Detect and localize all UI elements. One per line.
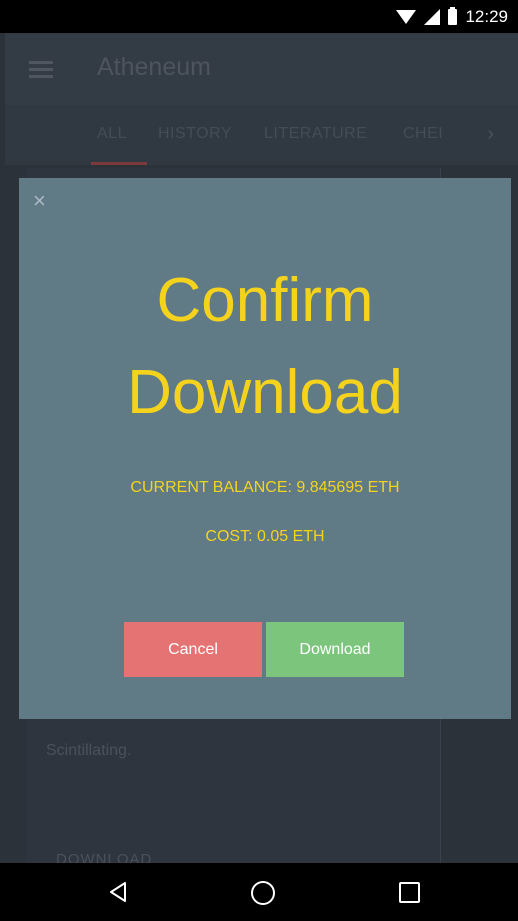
cancel-button[interactable]: Cancel (124, 622, 262, 677)
confirm-download-modal: × Confirm Download CURRENT BALANCE: 9.84… (19, 178, 511, 719)
status-time: 12:29 (465, 6, 508, 26)
modal-title-line-2: Download (127, 358, 403, 427)
tab-chemistry[interactable]: CHEI (403, 125, 443, 143)
tab-history[interactable]: HISTORY (158, 125, 232, 143)
battery-icon (448, 6, 458, 25)
close-icon[interactable]: × (33, 188, 46, 214)
signal-icon (424, 8, 441, 25)
home-icon[interactable] (251, 881, 275, 905)
current-balance-text: CURRENT BALANCE: 9.845695 ETH (130, 479, 400, 496)
app-bar: Atheneum (5, 33, 518, 105)
modal-title-line-1: Confirm (156, 266, 374, 335)
card-description: Scintillating. (46, 742, 132, 759)
wifi-icon (396, 9, 417, 24)
tab-literature[interactable]: LITERATURE (264, 125, 367, 143)
hamburger-icon[interactable] (29, 61, 53, 78)
status-icons: 12:29 (396, 0, 508, 33)
tab-indicator (91, 162, 147, 165)
cost-text: COST: 0.05 ETH (205, 528, 325, 545)
chevron-right-icon[interactable]: › (487, 123, 494, 146)
app-title: Atheneum (97, 53, 211, 81)
back-icon[interactable] (107, 881, 129, 903)
tab-bar: ALL HISTORY LITERATURE CHEI › (5, 105, 518, 165)
navigation-bar (0, 863, 518, 921)
recents-icon[interactable] (399, 882, 420, 903)
tab-all[interactable]: ALL (97, 125, 127, 143)
download-button[interactable]: Download (266, 622, 404, 677)
status-bar: 12:29 (0, 0, 518, 33)
